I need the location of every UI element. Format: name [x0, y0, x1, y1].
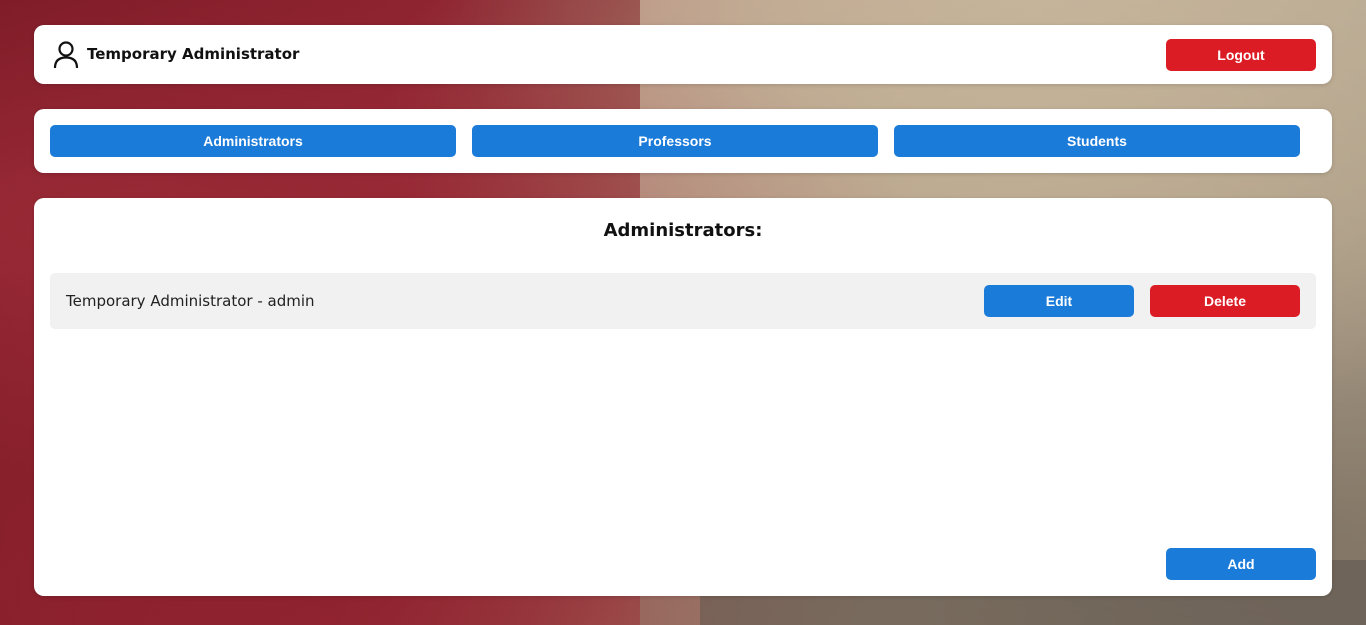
header-bar: Temporary Administrator Logout [34, 25, 1332, 84]
tab-students[interactable]: Students [894, 125, 1300, 157]
nav-bar: Administrators Professors Students [34, 109, 1332, 173]
list-item: Temporary Administrator - admin Edit Del… [50, 273, 1316, 329]
user-icon [53, 41, 79, 69]
edit-button[interactable]: Edit [984, 285, 1134, 317]
section-title: Administrators: [603, 220, 763, 241]
current-user-name: Temporary Administrator [87, 45, 300, 63]
add-button[interactable]: Add [1166, 548, 1316, 580]
delete-button[interactable]: Delete [1150, 285, 1300, 317]
main-panel: Administrators: Temporary Administrator … [34, 198, 1332, 596]
list-item-label: Temporary Administrator - admin [66, 292, 315, 310]
logout-button[interactable]: Logout [1166, 39, 1316, 71]
tab-administrators[interactable]: Administrators [50, 125, 456, 157]
tab-professors[interactable]: Professors [472, 125, 878, 157]
